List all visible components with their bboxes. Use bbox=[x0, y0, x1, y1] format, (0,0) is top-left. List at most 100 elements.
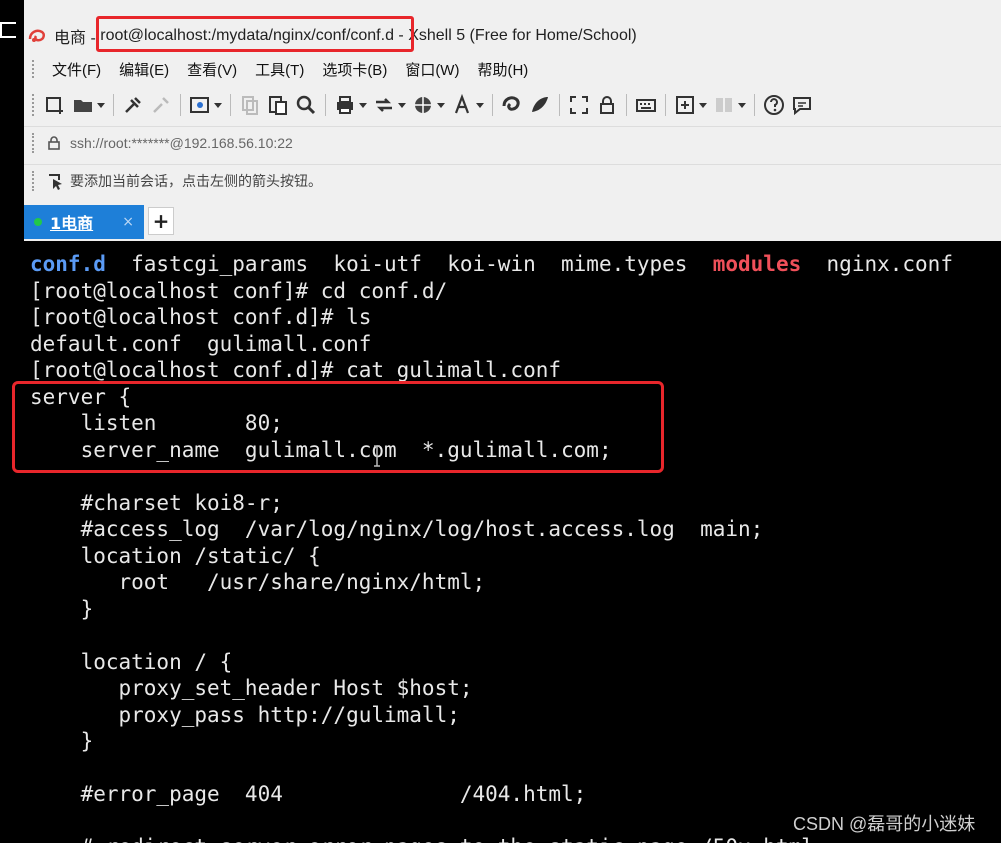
toolbar-separator bbox=[325, 94, 326, 116]
terminal-line: listen 80; bbox=[30, 411, 283, 435]
paste-button[interactable] bbox=[267, 94, 289, 116]
find-button[interactable] bbox=[295, 94, 317, 116]
left-edge-strip bbox=[0, 0, 24, 843]
chevron-down-icon bbox=[738, 102, 746, 108]
terminal-line: location /static/ { bbox=[30, 543, 321, 568]
layout-button[interactable] bbox=[713, 94, 746, 116]
hint-text: 要添加当前会话，点击左侧的箭头按钮。 bbox=[70, 174, 322, 190]
menu-edit[interactable]: 编辑(E) bbox=[111, 59, 179, 80]
menubar-grip[interactable] bbox=[32, 60, 38, 78]
title-suffix: - Xshell 5 (Free for Home/School) bbox=[393, 27, 637, 44]
hint-bar: 要添加当前会话，点击左侧的箭头按钮。 bbox=[24, 164, 1001, 197]
chevron-down-icon bbox=[699, 102, 707, 108]
xftp-button[interactable] bbox=[501, 94, 523, 116]
terminal-line: } bbox=[30, 729, 94, 753]
ls-files-b: nginx.conf bbox=[801, 252, 953, 276]
title-bar: 电商 - root@localhost:/mydata/nginx/conf/c… bbox=[24, 18, 1001, 54]
terminal-line: root /usr/share/nginx/html; bbox=[30, 570, 486, 594]
terminal-line: server_name gulimall.com *.gulimall.com; bbox=[30, 437, 612, 462]
toolbar-separator bbox=[230, 94, 231, 116]
add-session-arrow-icon[interactable] bbox=[46, 172, 64, 190]
new-session-button[interactable] bbox=[44, 94, 66, 116]
hintbar-grip[interactable] bbox=[32, 171, 38, 191]
chevron-down-icon bbox=[214, 102, 222, 108]
menu-bar: 文件(F) 编辑(E) 查看(V) 工具(T) 选项卡(B) 窗口(W) 帮助(… bbox=[24, 56, 1001, 82]
copy-button[interactable] bbox=[239, 94, 261, 116]
terminal-line: proxy_set_header Host $host; bbox=[30, 676, 473, 700]
properties-button[interactable] bbox=[189, 94, 222, 116]
chat-button[interactable] bbox=[791, 94, 813, 116]
title-host-path: root@localhost:/mydata/nginx/conf/conf.d bbox=[100, 27, 394, 44]
menu-tab[interactable]: 选项卡(B) bbox=[314, 59, 397, 80]
menu-view[interactable]: 查看(V) bbox=[179, 59, 247, 80]
terminal-line-ls: conf.d fastcgi_params koi-utf koi-win mi… bbox=[30, 251, 953, 277]
chevron-down-icon bbox=[398, 102, 406, 108]
addressbar-grip[interactable] bbox=[32, 133, 38, 153]
csdn-watermark: CSDN @磊哥的小迷妹 bbox=[793, 814, 976, 834]
toolbar-separator bbox=[559, 94, 560, 116]
terminal-line: #error_page 404 /404.html; bbox=[30, 782, 587, 806]
toolbar-separator bbox=[492, 94, 493, 116]
toolbar-separator bbox=[754, 94, 755, 116]
add-tab-icon bbox=[676, 96, 694, 114]
toolbar-separator bbox=[665, 94, 666, 116]
chevron-down-icon bbox=[97, 102, 105, 108]
search-icon bbox=[296, 95, 316, 115]
chevron-down-icon bbox=[476, 102, 484, 108]
terminal-line: default.conf gulimall.conf bbox=[30, 331, 372, 356]
terminal-line: proxy_pass http://gulimall; bbox=[30, 702, 460, 727]
address-url[interactable]: ssh://root:*******@192.168.56.10:22 bbox=[70, 135, 293, 151]
layout-icon bbox=[716, 98, 732, 112]
toolbar-separator bbox=[626, 94, 627, 116]
add-tab-button[interactable]: + bbox=[148, 207, 174, 235]
fullscreen-button[interactable] bbox=[568, 94, 590, 116]
lock-button[interactable] bbox=[596, 94, 618, 116]
terminal-line: [root@localhost conf.d]# ls bbox=[30, 305, 372, 329]
keyboard-icon bbox=[636, 99, 656, 112]
connect-button[interactable] bbox=[122, 94, 144, 116]
chevron-down-icon bbox=[437, 102, 445, 108]
menu-help[interactable]: 帮助(H) bbox=[469, 59, 538, 80]
fullscreen-icon bbox=[570, 96, 588, 114]
copy-icon bbox=[242, 96, 258, 115]
terminal-line: #charset koi8-r; bbox=[30, 490, 283, 515]
toolbar-grip[interactable] bbox=[32, 94, 38, 116]
paste-icon bbox=[269, 96, 287, 115]
help-icon bbox=[764, 95, 784, 115]
xmanager-icon bbox=[532, 97, 548, 112]
encoding-button[interactable] bbox=[412, 94, 445, 116]
terminal-line: #access_log /var/log/nginx/log/host.acce… bbox=[30, 517, 764, 541]
tab-label: 1电商 bbox=[50, 214, 94, 233]
menu-file[interactable]: 文件(F) bbox=[44, 59, 111, 80]
connect-icon bbox=[125, 97, 141, 113]
menu-tools[interactable]: 工具(T) bbox=[247, 59, 314, 80]
close-icon[interactable]: × bbox=[122, 214, 134, 230]
new-tab-button[interactable] bbox=[674, 94, 707, 116]
transfer-button[interactable] bbox=[373, 94, 406, 116]
help-button[interactable] bbox=[763, 94, 785, 116]
toolbar bbox=[24, 88, 1001, 122]
terminal-line: [root@localhost conf.d]# cat gulimall.co… bbox=[30, 358, 562, 382]
terminal-output[interactable]: conf.d fastcgi_params koi-utf koi-win mi… bbox=[24, 241, 1001, 843]
open-folder-button[interactable] bbox=[72, 94, 105, 116]
font-icon bbox=[454, 94, 470, 114]
settings-icon bbox=[190, 97, 209, 113]
ls-files-a: fastcgi_params koi-utf koi-win mime.type… bbox=[105, 252, 713, 276]
globe-icon bbox=[415, 97, 431, 113]
font-button[interactable] bbox=[451, 94, 484, 116]
keyboard-button[interactable] bbox=[635, 94, 657, 116]
window-edge-icon bbox=[0, 22, 16, 38]
xftp-icon bbox=[502, 96, 520, 111]
terminal-line: [root@localhost conf]# cd conf.d/ bbox=[30, 278, 448, 303]
menu-window[interactable]: 窗口(W) bbox=[397, 59, 469, 80]
terminal-line: location / { bbox=[30, 649, 233, 674]
new-session-icon bbox=[46, 97, 63, 114]
tab-bar: 1电商 × + bbox=[24, 203, 1001, 444]
disconnect-button[interactable] bbox=[150, 94, 172, 116]
terminal-line: server { bbox=[30, 384, 132, 409]
print-button[interactable] bbox=[334, 94, 367, 116]
tab-session-1[interactable]: 1电商 × bbox=[24, 205, 144, 239]
folder-icon bbox=[74, 100, 92, 112]
lock-icon bbox=[48, 136, 60, 150]
xmanager-button[interactable] bbox=[529, 94, 551, 116]
